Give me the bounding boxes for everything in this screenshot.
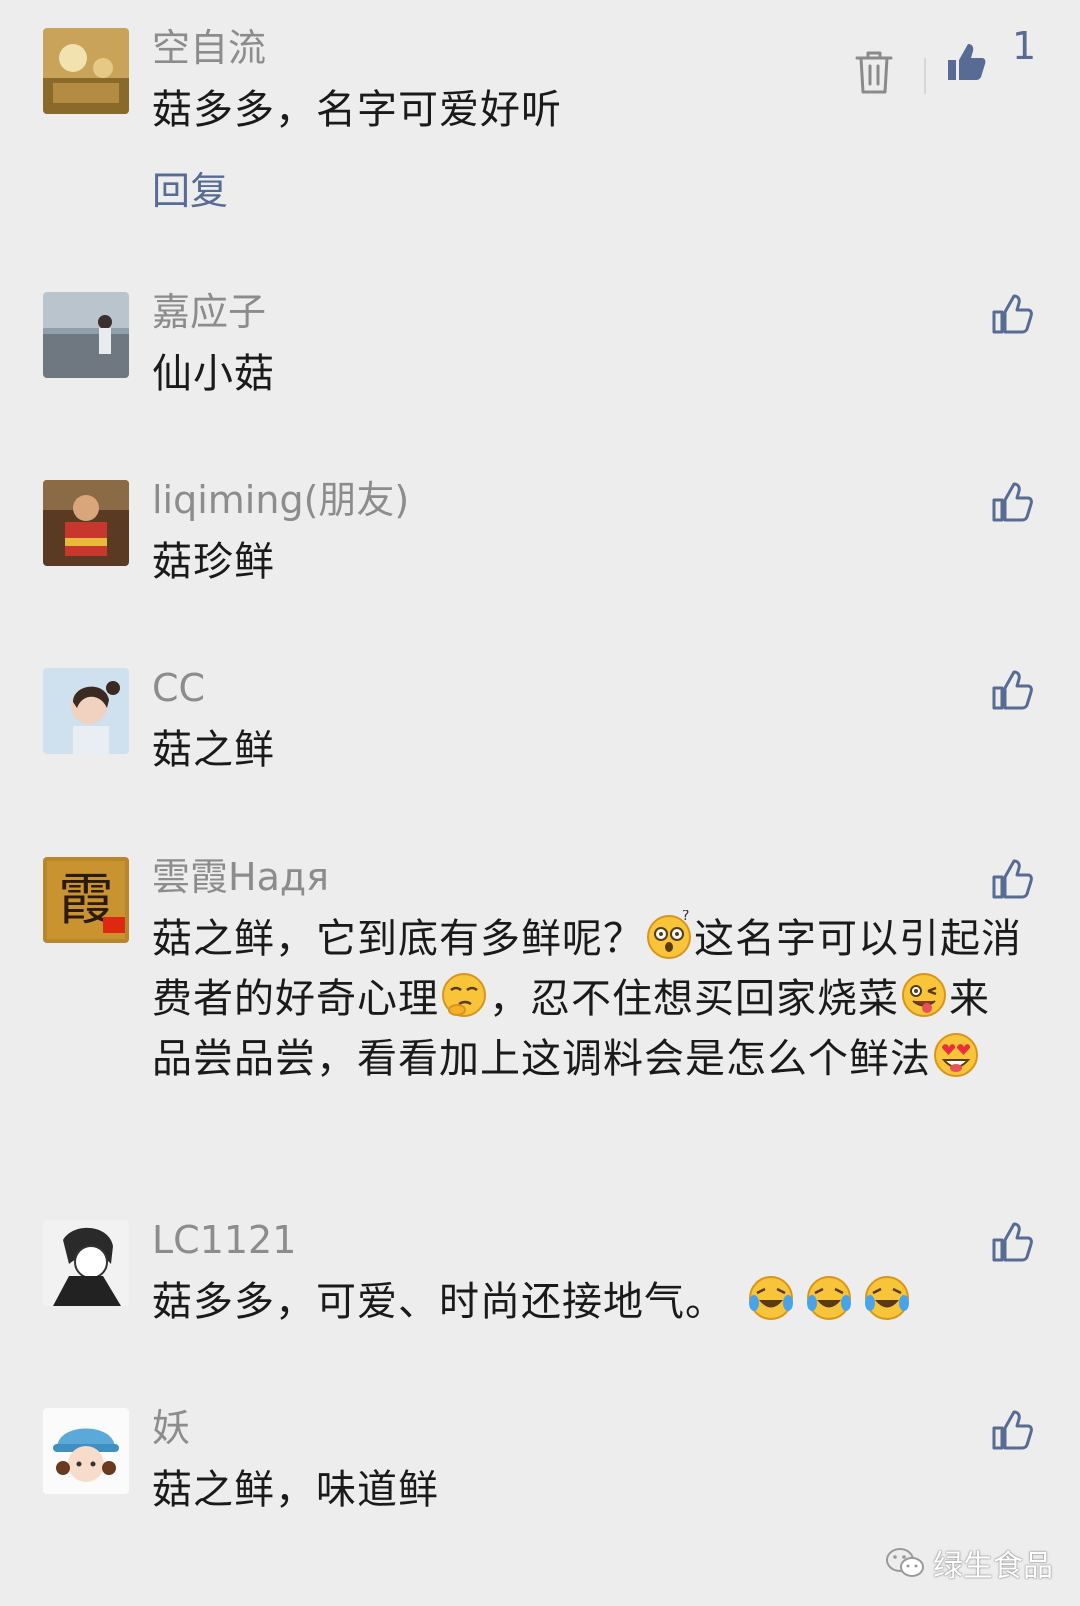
thumbs-up-icon[interactable] [990, 1220, 1034, 1264]
comment-author[interactable]: LC1121 [152, 1214, 296, 1266]
avatar[interactable] [43, 480, 129, 566]
trash-icon[interactable] [854, 50, 894, 96]
thumbs-up-icon[interactable] [990, 857, 1034, 901]
comment-text-segment: 菇之鲜，它到底有多鲜呢？ [152, 916, 644, 962]
watermark: 绿生食品 [885, 1541, 1053, 1585]
thumbs-up-icon[interactable] [990, 1408, 1034, 1452]
watermark-text: 绿生食品 [933, 1549, 1053, 1584]
laughing-tears-emoji [804, 1273, 854, 1323]
comment-author[interactable]: liqiming(朋友) [152, 474, 409, 526]
comment-author[interactable]: 雲霞Надя [152, 851, 329, 903]
like-count: 1 [1012, 24, 1037, 68]
comment-text: 菇之鲜，它到底有多鲜呢？? 这名字可以引起消费者的好奇心理 ，忍不住想买回家烧菜 来品… [152, 909, 1022, 1089]
thumbs-up-icon[interactable] [990, 292, 1034, 336]
divider [924, 58, 926, 94]
thumbs-up-icon[interactable] [990, 668, 1034, 712]
thumbs-up-icon[interactable] [990, 480, 1034, 524]
thumbs-up-filled-icon[interactable] [944, 40, 988, 84]
comment-author[interactable]: CC [152, 662, 205, 714]
comment-author[interactable]: 空自流 [152, 22, 266, 74]
comment-text-segment: 菇多多，可爱、时尚还接地气。 [152, 1279, 726, 1325]
comment-author[interactable]: 嘉应子 [152, 286, 266, 338]
heart-eyes-emoji [931, 1030, 981, 1080]
comment-text: 仙小菇 [152, 351, 275, 397]
avatar[interactable] [43, 668, 129, 754]
laughing-tears-emoji [746, 1273, 796, 1323]
comment-text: 菇之鲜，味道鲜 [152, 1467, 439, 1513]
svg-text:?: ? [682, 910, 690, 924]
reply-link[interactable]: 回复 [152, 160, 228, 215]
avatar[interactable]: 霞 [43, 857, 129, 943]
avatar[interactable] [43, 28, 129, 114]
avatar[interactable] [43, 1220, 129, 1306]
wechat-icon [886, 1548, 924, 1577]
laughing-tears-emoji [862, 1273, 912, 1323]
dizzy-face-emoji: ? [644, 910, 694, 960]
comment-text: 菇之鲜 [152, 727, 275, 773]
comment-text-segment: ，忍不住想买回家烧菜 [489, 976, 899, 1022]
winking-tongue-emoji [899, 970, 949, 1020]
comment-text: 菇珍鲜 [152, 539, 275, 585]
thinking-face-emoji [439, 970, 489, 1020]
avatar[interactable] [43, 1408, 129, 1494]
comment-text: 菇多多，可爱、时尚还接地气。 [152, 1272, 1022, 1332]
avatar[interactable] [43, 292, 129, 378]
comment-author[interactable]: 妖 [152, 1402, 190, 1454]
